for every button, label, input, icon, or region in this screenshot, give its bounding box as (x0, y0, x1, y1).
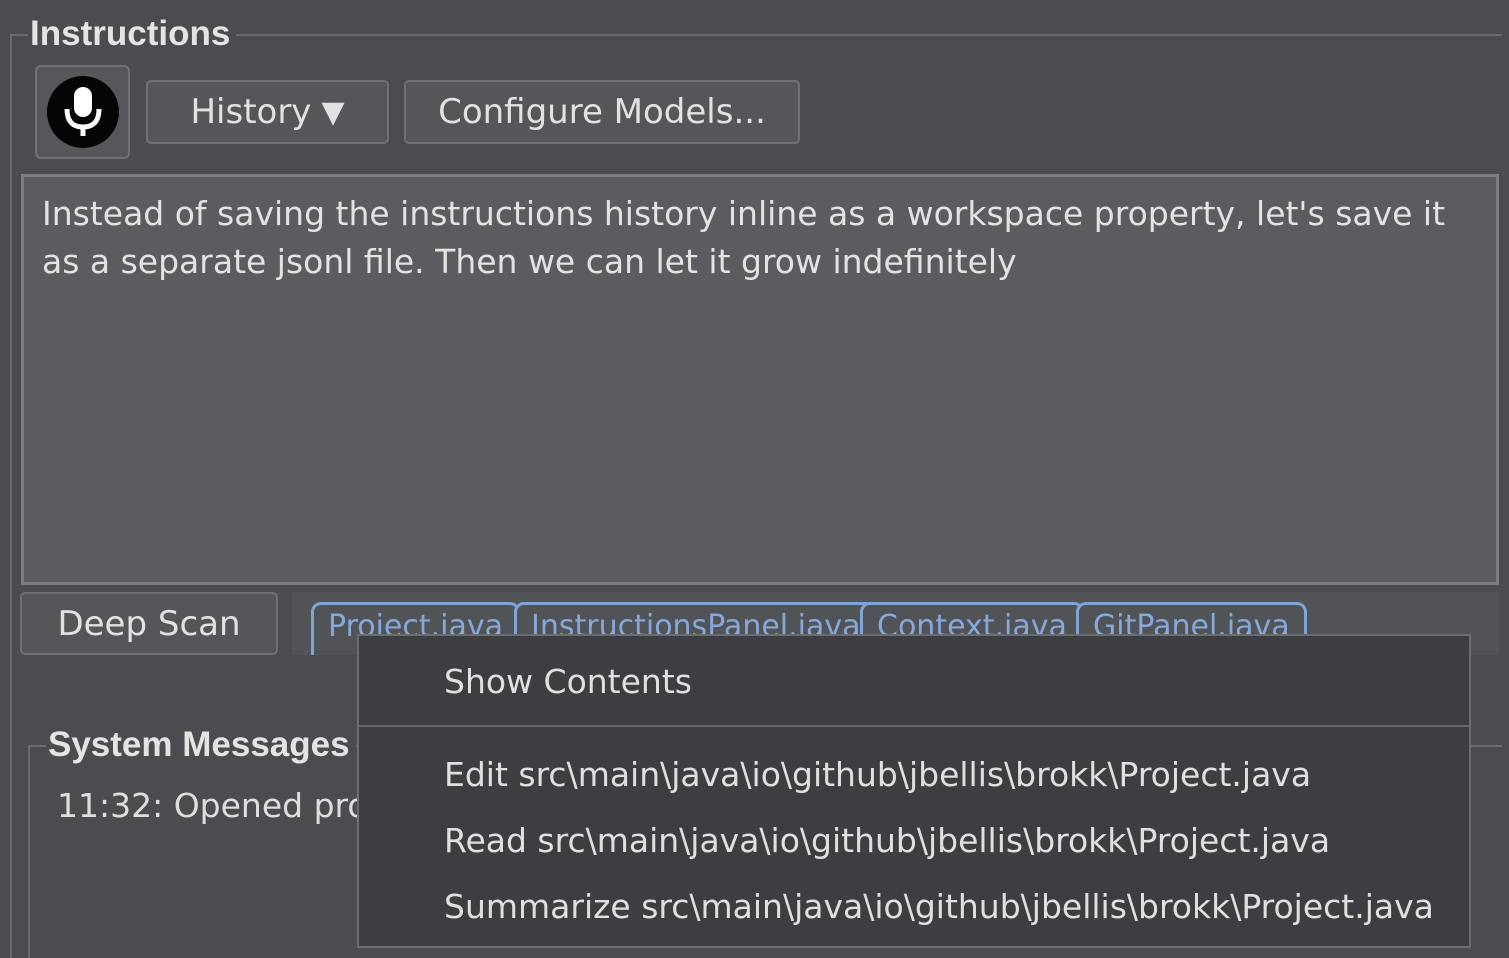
menu-item-edit[interactable]: Edit src\main\java\io\github\jbellis\bro… (444, 753, 1311, 797)
system-messages-title: System Messages (46, 725, 356, 765)
history-label: History (190, 92, 312, 132)
deep-scan-button[interactable]: Deep Scan (20, 592, 278, 655)
microphone-button[interactable] (35, 65, 130, 159)
menu-item-read[interactable]: Read src\main\java\io\github\jbellis\bro… (444, 819, 1330, 863)
menu-item-show-contents[interactable]: Show Contents (444, 660, 692, 704)
dropdown-arrow-icon: ▼ (321, 94, 345, 130)
app-window: Instructions History ▼ Configure Models.… (0, 0, 1509, 958)
microphone-icon (46, 76, 119, 148)
system-message-line: 11:32: Opened proj (57, 786, 357, 825)
instructions-title: Instructions (28, 14, 237, 54)
instructions-input[interactable]: Instead of saving the instructions histo… (21, 174, 1499, 585)
configure-models-button[interactable]: Configure Models... (404, 80, 800, 144)
menu-item-summarize[interactable]: Summarize src\main\java\io\github\jbelli… (444, 885, 1434, 929)
menu-separator (359, 725, 1469, 727)
context-menu: Show Contents Edit src\main\java\io\gith… (357, 634, 1471, 948)
history-dropdown-button[interactable]: History ▼ (146, 80, 389, 144)
